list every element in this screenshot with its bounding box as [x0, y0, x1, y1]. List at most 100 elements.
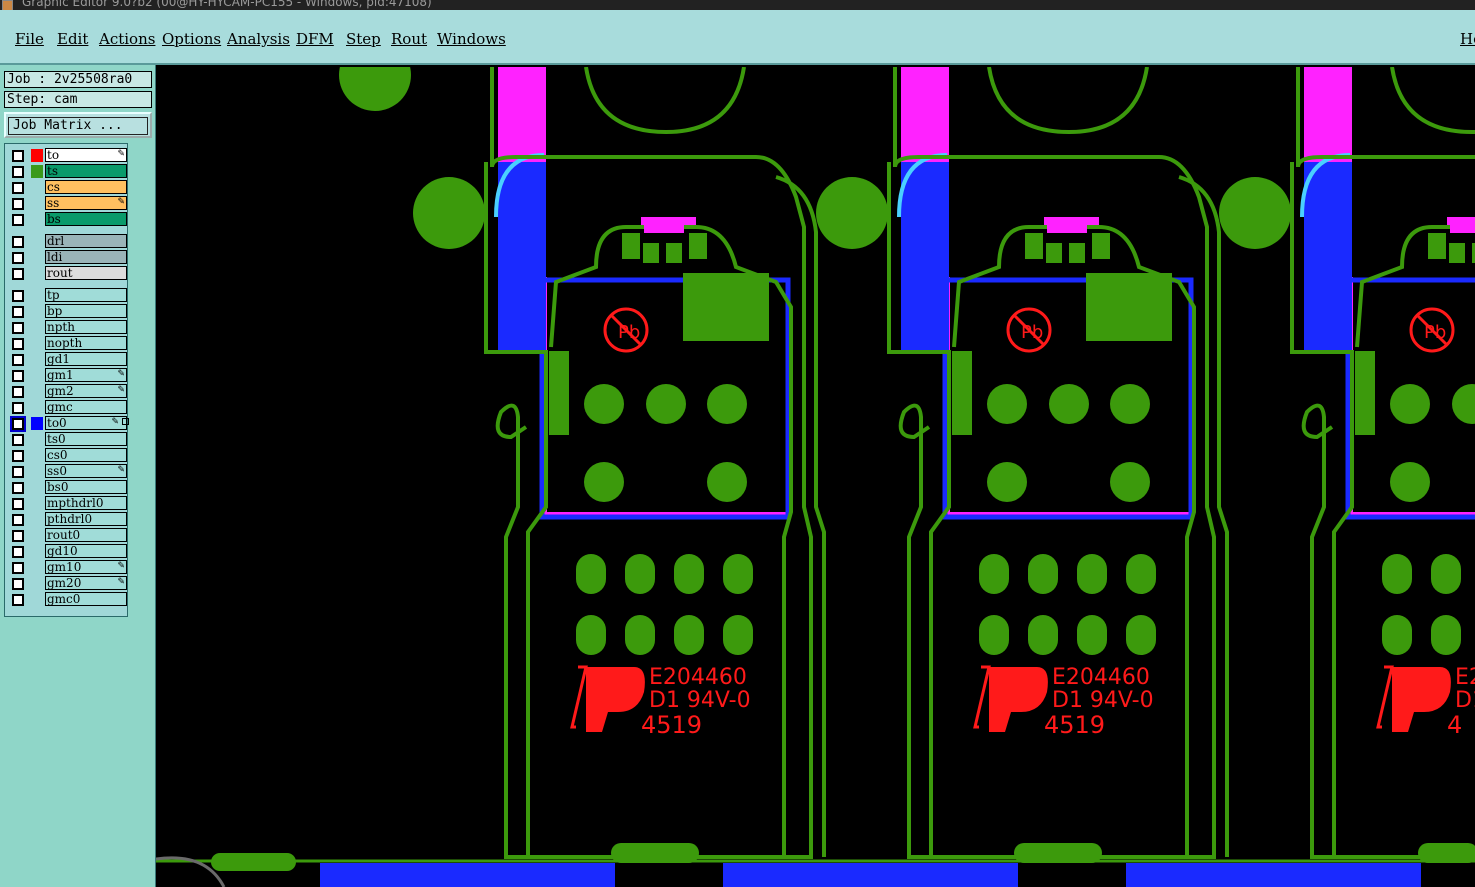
layer-row-to[interactable]: to ✎ [9, 148, 129, 162]
layer-name[interactable]: gm1 [45, 368, 127, 382]
layer-row-gmc[interactable]: gmc [9, 400, 129, 414]
layer-checkbox[interactable] [12, 482, 24, 494]
layer-checkbox[interactable] [12, 268, 24, 280]
layer-checkbox[interactable] [12, 236, 24, 248]
graphic-canvas[interactable]: Pb E204460 D1 94V-0 4519 Pb E204460 D1 94V-0 45… [156, 67, 1475, 887]
layer-color-swatch[interactable] [31, 197, 43, 210]
layer-color-swatch[interactable] [31, 545, 43, 558]
menu-options[interactable]: Options [162, 30, 221, 48]
layer-color-swatch[interactable] [31, 481, 43, 494]
layer-checkbox[interactable] [12, 450, 24, 462]
layer-name[interactable]: gd10 [45, 544, 127, 558]
layer-row-ts[interactable]: ts [9, 164, 129, 178]
layer-name[interactable]: rout0 [45, 528, 127, 542]
layer-checkbox[interactable] [12, 498, 24, 510]
layer-color-swatch[interactable] [31, 213, 43, 226]
layer-name[interactable]: cs0 [45, 448, 127, 462]
layer-checkbox[interactable] [12, 198, 24, 210]
layer-row-cs[interactable]: cs [9, 180, 129, 194]
layer-name[interactable]: gd1 [45, 352, 127, 366]
layer-name[interactable]: ldi [45, 250, 127, 264]
layer-checkbox[interactable] [12, 514, 24, 526]
layer-row-mpthdrl0[interactable]: mpthdrl0 [9, 496, 129, 510]
layer-name[interactable]: bs [45, 212, 127, 226]
layer-row-gm20[interactable]: gm20 ✎ [9, 576, 129, 590]
layer-name[interactable]: tp [45, 288, 127, 302]
layer-name[interactable]: gmc0 [45, 592, 127, 606]
layer-name[interactable]: ts0 [45, 432, 127, 446]
layer-name[interactable]: ss [45, 196, 127, 210]
layer-color-swatch[interactable] [31, 577, 43, 590]
layer-row-gd10[interactable]: gd10 [9, 544, 129, 558]
layer-name[interactable]: bp [45, 304, 127, 318]
layer-checkbox[interactable] [12, 370, 24, 382]
layer-row-ss[interactable]: ss ✎ [9, 196, 129, 210]
menu-windows[interactable]: Windows [437, 30, 506, 48]
layer-row-gd1[interactable]: gd1 [9, 352, 129, 366]
layer-checkbox[interactable] [12, 150, 24, 162]
layer-name[interactable]: rout [45, 266, 127, 280]
layer-checkbox[interactable] [12, 290, 24, 302]
layer-name[interactable]: npth [45, 320, 127, 334]
layer-color-swatch[interactable] [31, 251, 43, 264]
layer-row-cs0[interactable]: cs0 [9, 448, 129, 462]
layer-row-gm10[interactable]: gm10 ✎ [9, 560, 129, 574]
layer-checkbox[interactable] [12, 466, 24, 478]
layer-name[interactable]: drl [45, 234, 127, 248]
layer-name[interactable]: mpthdrl0 [45, 496, 127, 510]
job-matrix-button[interactable]: Job Matrix ... [4, 112, 152, 138]
layer-color-swatch[interactable] [31, 401, 43, 414]
layer-name[interactable]: gmc [45, 400, 127, 414]
layer-name[interactable]: pthdrl0 [45, 512, 127, 526]
layer-row-gm1[interactable]: gm1 ✎ [9, 368, 129, 382]
layer-name[interactable]: cs [45, 180, 127, 194]
layer-checkbox[interactable] [12, 338, 24, 350]
layer-name[interactable]: to [45, 148, 127, 162]
menu-edit[interactable]: Edit [57, 30, 88, 48]
layer-checkbox[interactable] [12, 214, 24, 226]
layer-checkbox[interactable] [12, 252, 24, 264]
layer-color-swatch[interactable] [31, 289, 43, 302]
menu-step[interactable]: Step [346, 30, 381, 48]
layer-name[interactable]: gm10 [45, 560, 127, 574]
layer-row-ldi[interactable]: ldi [9, 250, 129, 264]
layer-color-swatch[interactable] [31, 433, 43, 446]
layer-name[interactable]: bs0 [45, 480, 127, 494]
layer-checkbox[interactable] [12, 354, 24, 366]
layer-color-swatch[interactable] [31, 593, 43, 606]
menu-file[interactable]: File [15, 30, 44, 48]
layer-checkbox[interactable] [12, 182, 24, 194]
layer-row-rout0[interactable]: rout0 [9, 528, 129, 542]
layer-color-swatch[interactable] [31, 513, 43, 526]
layer-row-ss0[interactable]: ss0 ✎ [9, 464, 129, 478]
layer-name[interactable]: gm2 [45, 384, 127, 398]
layer-row-gmc0[interactable]: gmc0 [9, 592, 129, 606]
layer-checkbox[interactable] [12, 546, 24, 558]
layer-checkbox[interactable] [12, 434, 24, 446]
layer-row-bs[interactable]: bs [9, 212, 129, 226]
layer-row-gm2[interactable]: gm2 ✎ [9, 384, 129, 398]
layer-color-swatch[interactable] [31, 235, 43, 248]
layer-row-to0[interactable]: to0 ✎ [9, 416, 129, 432]
layer-checkbox[interactable] [12, 386, 24, 398]
menu-rout[interactable]: Rout [391, 30, 427, 48]
layer-color-swatch[interactable] [31, 529, 43, 542]
layer-color-swatch[interactable] [31, 385, 43, 398]
layer-checkbox[interactable] [12, 578, 24, 590]
layer-color-swatch[interactable] [31, 465, 43, 478]
layer-row-ts0[interactable]: ts0 [9, 432, 129, 446]
layer-row-nopth[interactable]: nopth [9, 336, 129, 350]
layer-checkbox[interactable] [12, 306, 24, 318]
menu-analysis[interactable]: Analysis [227, 30, 290, 48]
layer-color-swatch[interactable] [31, 267, 43, 280]
layer-color-swatch[interactable] [31, 337, 43, 350]
layer-checkbox[interactable] [12, 562, 24, 574]
layer-row-npth[interactable]: npth [9, 320, 129, 334]
layer-color-swatch[interactable] [31, 305, 43, 318]
layer-color-swatch[interactable] [31, 449, 43, 462]
layer-color-swatch[interactable] [31, 321, 43, 334]
layer-row-drl[interactable]: drl [9, 234, 129, 248]
layer-row-pthdrl0[interactable]: pthdrl0 [9, 512, 129, 526]
layer-name[interactable]: ts [45, 164, 127, 178]
layer-row-bs0[interactable]: bs0 [9, 480, 129, 494]
